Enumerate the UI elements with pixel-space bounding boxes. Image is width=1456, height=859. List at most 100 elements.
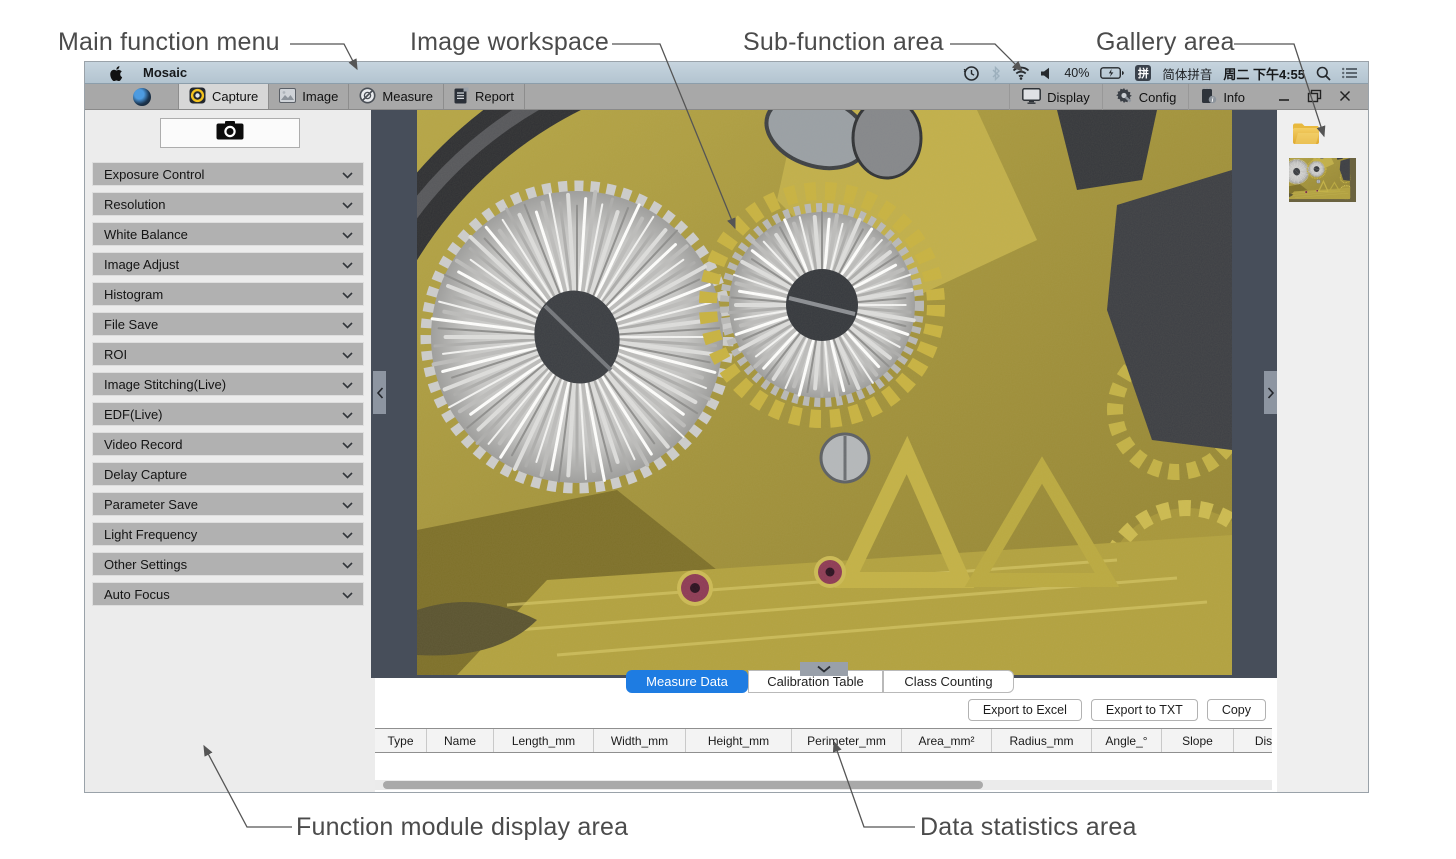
sidebar-panel-label: White Balance <box>104 227 188 242</box>
table-column-header[interactable]: Width_mm <box>594 729 686 752</box>
label-sub-function-area: Sub-function area <box>743 28 944 57</box>
sidebar-panel-label: EDF(Live) <box>104 407 163 422</box>
macos-menu-bar: Mosaic 40% 拼 简体拼音 周二 下午4:55 <box>85 62 1368 84</box>
tab-capture[interactable]: Capture <box>178 84 269 109</box>
table-column-header[interactable]: Name <box>427 729 494 752</box>
measure-table-header: TypeNameLength_mmWidth_mmHeight_mmPerime… <box>375 728 1272 753</box>
sidebar-panel[interactable]: Video Record <box>92 432 364 456</box>
chevron-down-icon <box>342 467 353 482</box>
tab-class-counting[interactable]: Class Counting <box>883 670 1014 693</box>
gallery-thumbnail[interactable] <box>1289 158 1356 202</box>
report-icon <box>454 87 469 107</box>
table-horizontal-scrollbar[interactable] <box>375 780 1272 790</box>
minimize-button[interactable] <box>1277 89 1291 106</box>
data-statistics-area: Measure Data Calibration Table Class Cou… <box>375 678 1277 792</box>
app-home-icon[interactable] <box>133 88 151 106</box>
sidebar-panel[interactable]: EDF(Live) <box>92 402 364 426</box>
chevron-down-icon <box>342 587 353 602</box>
table-column-header[interactable]: Height_mm <box>686 729 792 752</box>
gear-icon <box>1115 87 1133 107</box>
table-column-header[interactable]: Radius_mm <box>992 729 1092 752</box>
info-button[interactable]: i Info <box>1188 84 1257 110</box>
time-machine-icon[interactable] <box>963 65 980 82</box>
table-column-header[interactable]: Slope <box>1162 729 1234 752</box>
chevron-down-icon <box>342 497 353 512</box>
sidebar-panel[interactable]: Exposure Control <box>92 162 364 186</box>
input-method-badge[interactable]: 拼 <box>1135 65 1151 81</box>
copy-button[interactable]: Copy <box>1207 699 1266 721</box>
camera-icon <box>216 121 244 145</box>
chevron-down-icon <box>342 287 353 302</box>
capture-photo-button[interactable] <box>160 118 300 148</box>
label-data-statistics-area: Data statistics area <box>920 813 1137 842</box>
sidebar-panel[interactable]: White Balance <box>92 222 364 246</box>
main-function-menu-bar: Capture Image Measure Report Display <box>85 84 1368 110</box>
sidebar-panel-label: Light Frequency <box>104 527 197 542</box>
chevron-down-icon <box>342 257 353 272</box>
sidebar-panel[interactable]: ROI <box>92 342 364 366</box>
main-tabs: Capture Image Measure Report <box>178 84 525 109</box>
close-button[interactable] <box>1338 89 1352 106</box>
sidebar-panel[interactable]: Delay Capture <box>92 462 364 486</box>
info-icon: i <box>1201 87 1217 107</box>
tab-image[interactable]: Image <box>269 84 349 109</box>
table-column-header[interactable]: Angle_° <box>1092 729 1162 752</box>
menu-app-name[interactable]: Mosaic <box>143 65 187 80</box>
tab-measure-data[interactable]: Measure Data <box>626 670 748 693</box>
live-image-view[interactable] <box>371 110 1277 678</box>
info-label: Info <box>1223 90 1245 105</box>
sidebar-panel[interactable]: Parameter Save <box>92 492 364 516</box>
display-button[interactable]: Display <box>1009 84 1102 110</box>
apple-logo-icon[interactable] <box>110 65 123 81</box>
config-button[interactable]: Config <box>1102 84 1189 110</box>
export-to-txt-button[interactable]: Export to TXT <box>1091 699 1198 721</box>
control-center-icon[interactable] <box>1342 67 1358 79</box>
sidebar-panel-list: Exposure Control Resolution White Balanc… <box>92 162 364 612</box>
input-method-name[interactable]: 简体拼音 <box>1162 64 1212 83</box>
config-label: Config <box>1139 90 1177 105</box>
wifi-icon[interactable] <box>1012 66 1030 80</box>
label-gallery-area: Gallery area <box>1096 28 1235 57</box>
collapse-left-handle[interactable] <box>373 371 386 414</box>
collapse-bottom-handle[interactable] <box>800 662 848 676</box>
table-column-header[interactable]: Perimeter_mm <box>792 729 902 752</box>
table-column-header[interactable]: Length_mm <box>494 729 594 752</box>
tab-measure-label: Measure <box>382 89 433 104</box>
volume-icon[interactable] <box>1041 67 1053 80</box>
sidebar-panel-label: Delay Capture <box>104 467 187 482</box>
restore-button[interactable] <box>1307 89 1322 106</box>
battery-percent: 40% <box>1064 66 1089 80</box>
sidebar-panel[interactable]: Other Settings <box>92 552 364 576</box>
tab-report[interactable]: Report <box>444 84 525 109</box>
table-column-header[interactable]: Area_mm² <box>902 729 992 752</box>
folder-icon[interactable] <box>1291 120 1321 152</box>
spotlight-search-icon[interactable] <box>1316 66 1331 81</box>
tab-report-label: Report <box>475 89 514 104</box>
chevron-down-icon <box>342 377 353 392</box>
chevron-down-icon <box>342 557 353 572</box>
sidebar-panel[interactable]: Histogram <box>92 282 364 306</box>
bluetooth-icon[interactable] <box>991 66 1001 81</box>
battery-icon[interactable] <box>1100 67 1124 79</box>
menu-datetime[interactable]: 周二 下午4:55 <box>1223 64 1305 83</box>
export-to-excel-button[interactable]: Export to Excel <box>968 699 1082 721</box>
export-actions: Export to Excel Export to TXT Copy <box>968 699 1266 721</box>
scrollbar-thumb[interactable] <box>383 781 983 789</box>
sidebar-panel[interactable]: Image Stitching(Live) <box>92 372 364 396</box>
sidebar-panel[interactable]: Auto Focus <box>92 582 364 606</box>
sidebar-panel-label: Parameter Save <box>104 497 198 512</box>
tab-measure[interactable]: Measure <box>349 84 444 109</box>
label-image-workspace: Image workspace <box>410 28 609 57</box>
table-column-header[interactable]: Type <box>375 729 427 752</box>
label-main-function-menu: Main function menu <box>58 28 280 57</box>
sidebar-panel-label: ROI <box>104 347 127 362</box>
sidebar-panel[interactable]: Image Adjust <box>92 252 364 276</box>
display-label: Display <box>1047 90 1090 105</box>
collapse-right-handle[interactable] <box>1264 371 1277 414</box>
chevron-down-icon <box>342 437 353 452</box>
sidebar-panel[interactable]: Resolution <box>92 192 364 216</box>
sidebar-panel-label: Video Record <box>104 437 183 452</box>
sidebar-panel-label: Resolution <box>104 197 165 212</box>
sidebar-panel[interactable]: Light Frequency <box>92 522 364 546</box>
sidebar-panel[interactable]: File Save <box>92 312 364 336</box>
